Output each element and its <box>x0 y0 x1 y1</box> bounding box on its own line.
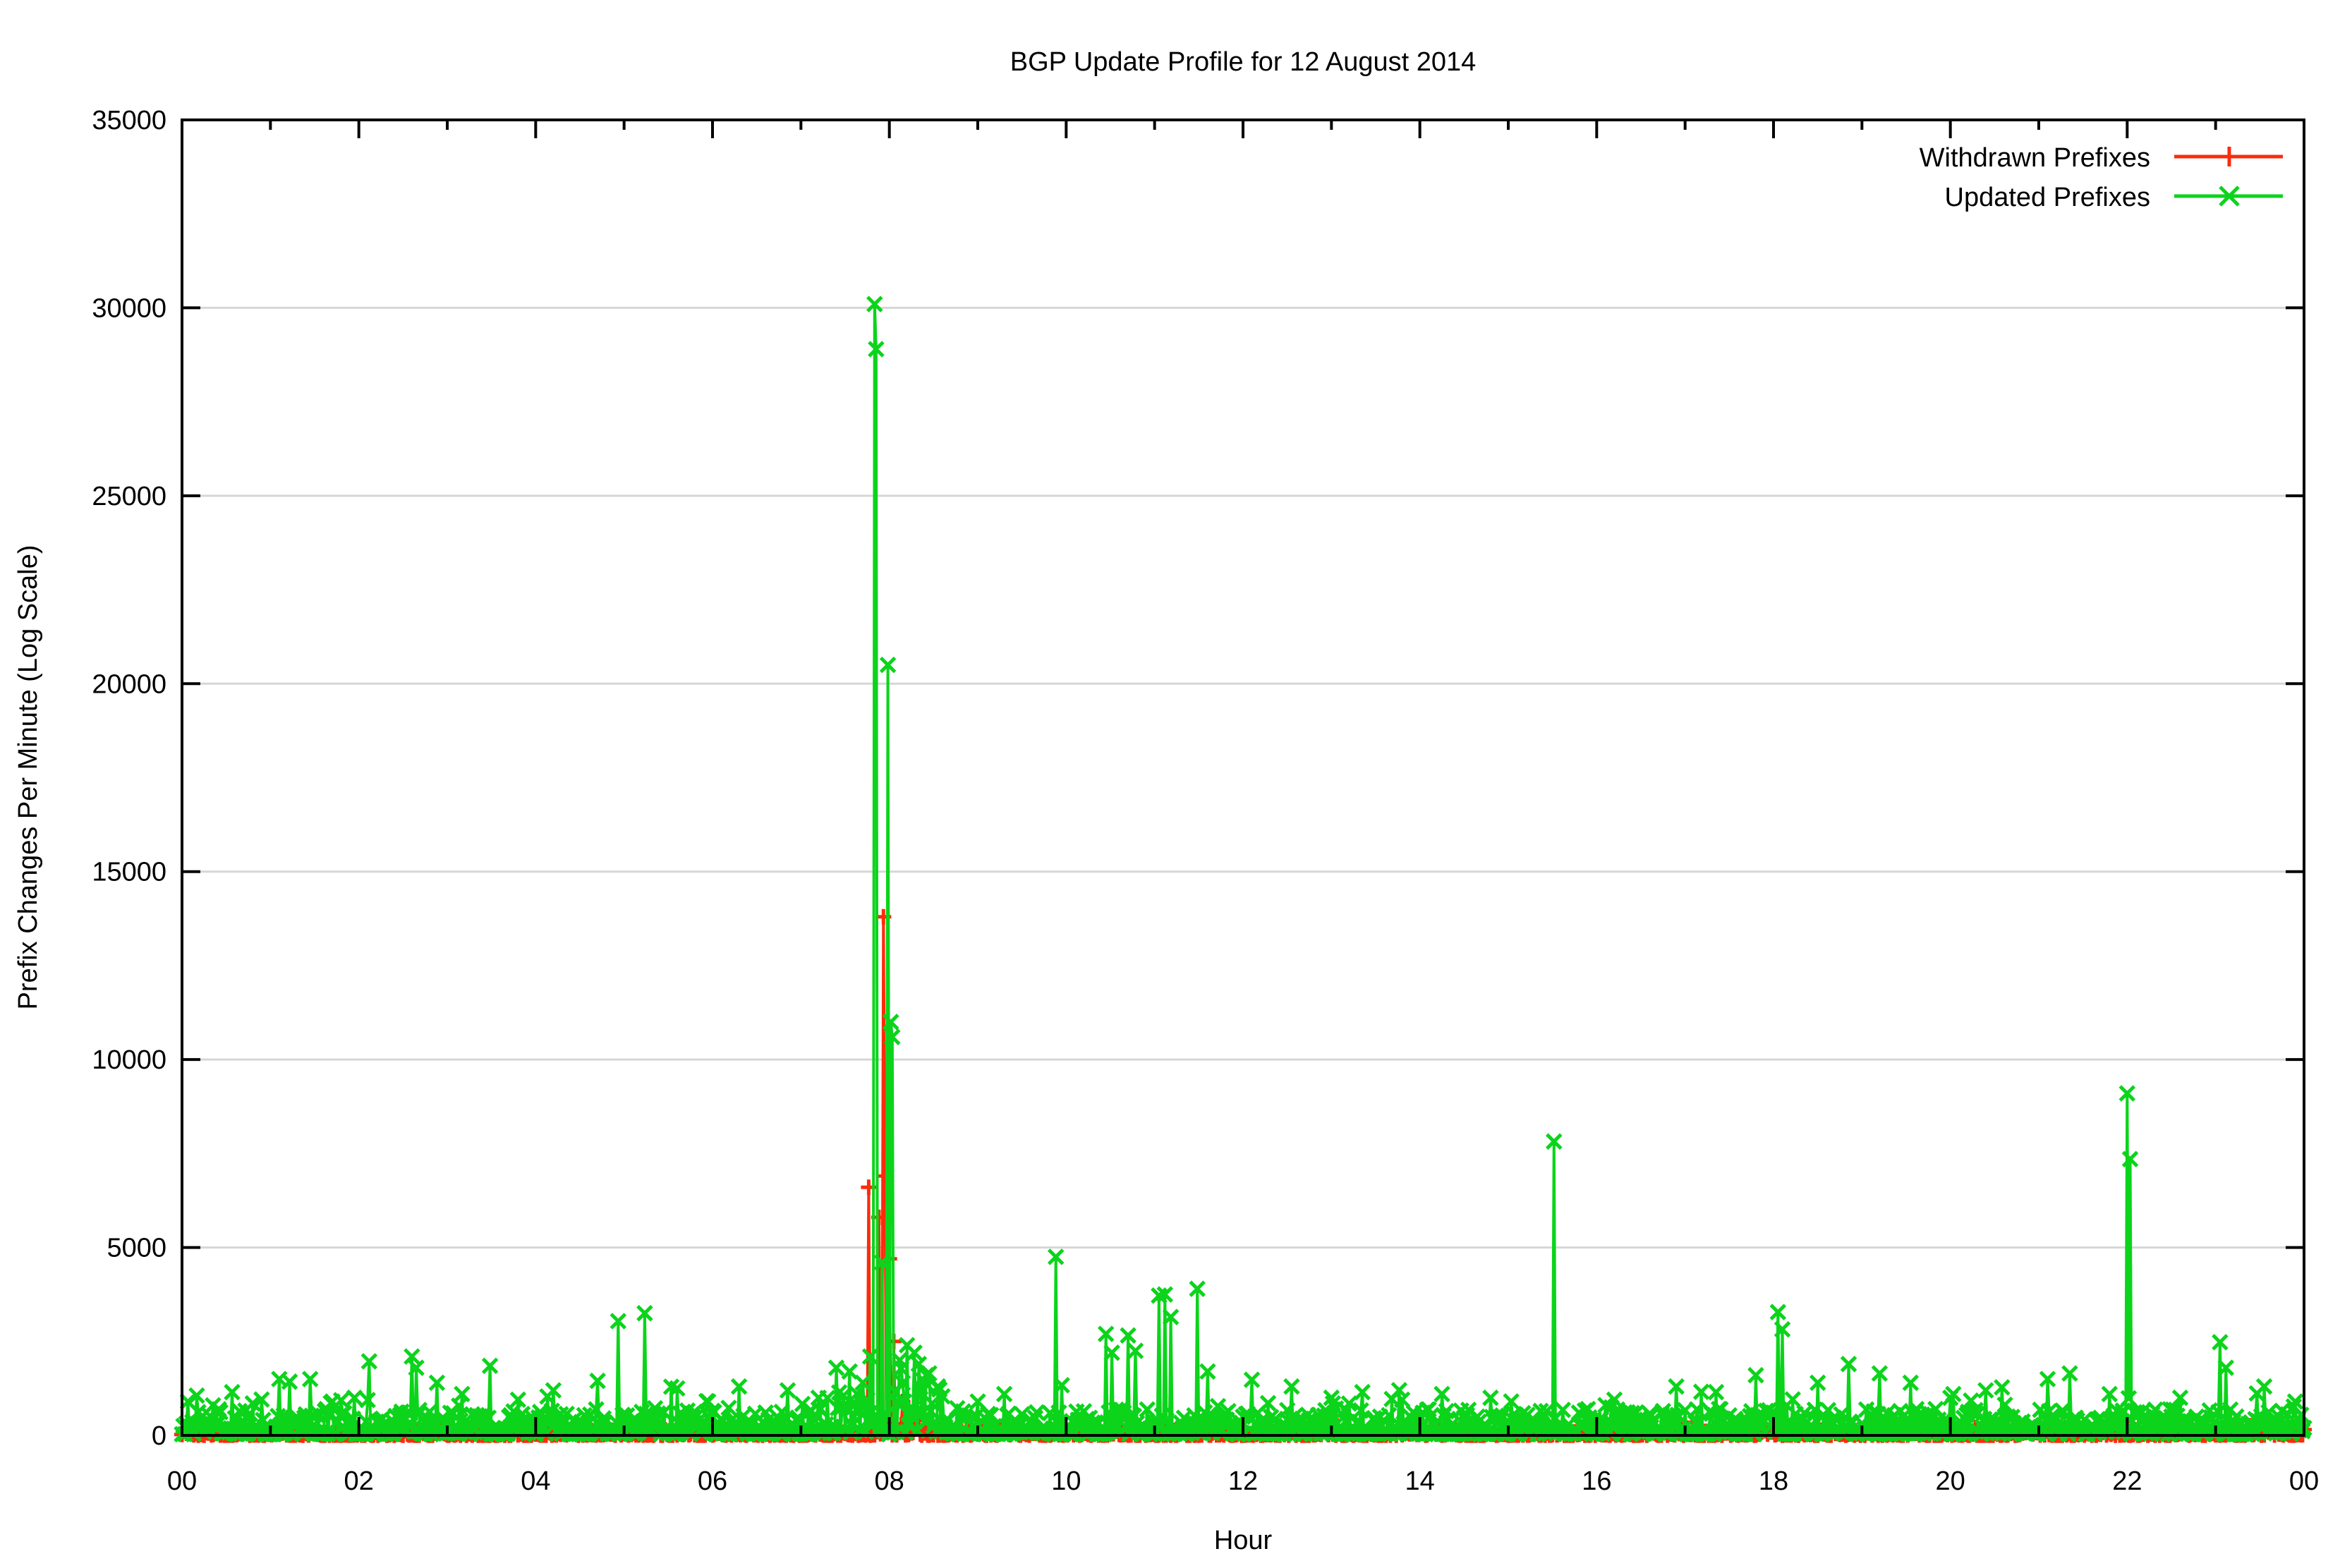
x-tick-label: 06 <box>698 1466 727 1496</box>
gridlines <box>182 308 2304 1247</box>
axis-ticks <box>182 120 2304 1435</box>
y-tick-label: 35000 <box>92 106 166 135</box>
y-tick-label: 25000 <box>92 482 166 511</box>
legend-sample-withdrawn-line <box>2174 147 2283 166</box>
legend-label-updated: Updated Prefixes <box>1945 183 2151 212</box>
y-tick-labels: 0 5000 10000 15000 20000 25000 30000 35000 <box>92 106 166 1451</box>
series-updated-line <box>182 304 2304 1434</box>
legend-label-withdrawn: Withdrawn Prefixes <box>1920 143 2150 173</box>
x-tick-label: 04 <box>521 1466 550 1496</box>
x-tick-label: 00 <box>167 1466 197 1496</box>
x-tick-label: 20 <box>1936 1466 1965 1496</box>
y-tick-label: 5000 <box>107 1234 166 1263</box>
series-updated-prefixes <box>175 297 2311 1441</box>
x-tick-label: 08 <box>875 1466 904 1496</box>
x-tick-label: 16 <box>1582 1466 1611 1496</box>
x-tick-label: 10 <box>1051 1466 1081 1496</box>
series-updated-markers <box>175 297 2311 1441</box>
series-withdrawn-line <box>182 917 2304 1435</box>
y-tick-label: 20000 <box>92 669 166 699</box>
legend-plus-marker-icon <box>2219 147 2239 166</box>
x-axis-label: Hour <box>1214 1526 1273 1555</box>
x-tick-labels: 00 02 04 06 08 10 12 14 16 18 20 22 00 <box>167 1466 2319 1496</box>
x-tick-label: 12 <box>1228 1466 1258 1496</box>
y-tick-label: 15000 <box>92 858 166 887</box>
legend: Withdrawn Prefixes Updated Prefixes <box>1920 143 2283 212</box>
x-tick-label: 22 <box>2112 1466 2142 1496</box>
y-tick-label: 0 <box>152 1421 166 1451</box>
y-tick-label: 10000 <box>92 1045 166 1075</box>
x-tick-label: 02 <box>344 1466 374 1496</box>
bgp-update-chart-page: 0 5000 10000 15000 20000 25000 30000 35000 00 02… <box>0 0 2352 1568</box>
plot-border <box>182 120 2304 1435</box>
y-tick-label: 30000 <box>92 293 166 323</box>
y-axis-label: Prefix Changes Per Minute (Log Scale) <box>13 545 43 1010</box>
bgp-update-chart: 0 5000 10000 15000 20000 25000 30000 35000 00 02… <box>0 0 2352 1568</box>
chart-title: BGP Update Profile for 12 August 2014 <box>1010 47 1477 77</box>
x-tick-label: 14 <box>1405 1466 1435 1496</box>
legend-sample-updated-line <box>2174 187 2283 205</box>
x-tick-label: 18 <box>1759 1466 1788 1496</box>
x-tick-label: 00 <box>2289 1466 2319 1496</box>
